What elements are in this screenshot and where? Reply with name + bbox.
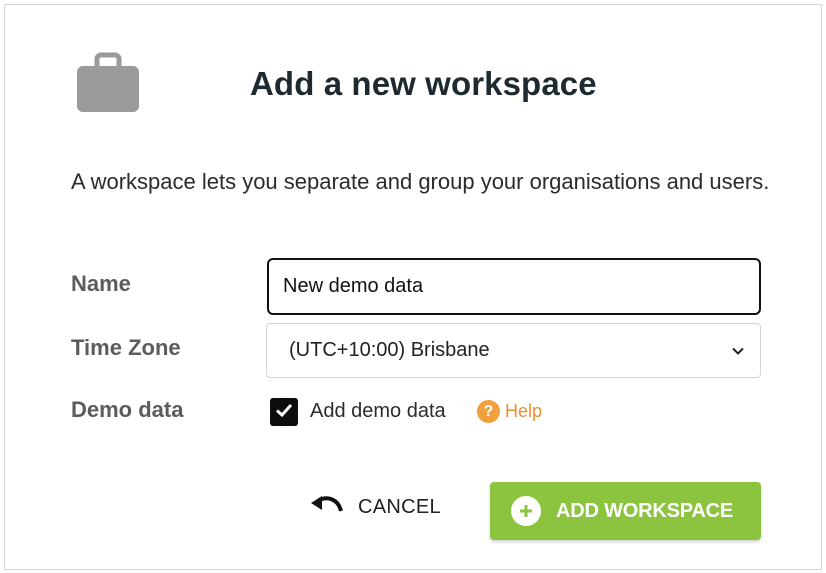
timezone-select[interactable]: (UTC+10:00) Brisbane (266, 323, 761, 378)
cancel-button-label: CANCEL (358, 496, 441, 518)
chevron-down-icon (730, 343, 746, 359)
add-workspace-button-label: ADD WORKSPACE (556, 499, 734, 522)
cancel-button[interactable]: CANCEL (310, 495, 441, 520)
undo-arrow-icon (310, 495, 344, 520)
name-label: Name (71, 271, 131, 296)
briefcase-icon (75, 52, 141, 114)
question-mark-icon: ? (477, 400, 500, 423)
plus-circle-icon (511, 496, 541, 526)
dialog-title: Add a new workspace (250, 65, 597, 102)
timezone-label: Time Zone (71, 335, 181, 360)
help-link[interactable]: ? Help (477, 400, 542, 423)
checkmark-icon (274, 400, 294, 425)
add-workspace-button[interactable]: ADD WORKSPACE (490, 482, 761, 540)
name-input[interactable] (267, 258, 761, 315)
demo-data-label: Demo data (71, 397, 184, 422)
help-link-label: Help (505, 401, 543, 421)
demo-data-checkbox[interactable] (270, 398, 298, 426)
add-workspace-dialog: Add a new workspace A workspace lets you… (4, 4, 822, 570)
dialog-description: A workspace lets you separate and group … (71, 169, 770, 194)
demo-data-checkbox-label[interactable]: Add demo data (310, 400, 446, 423)
timezone-selected-value: (UTC+10:00) Brisbane (289, 339, 490, 361)
